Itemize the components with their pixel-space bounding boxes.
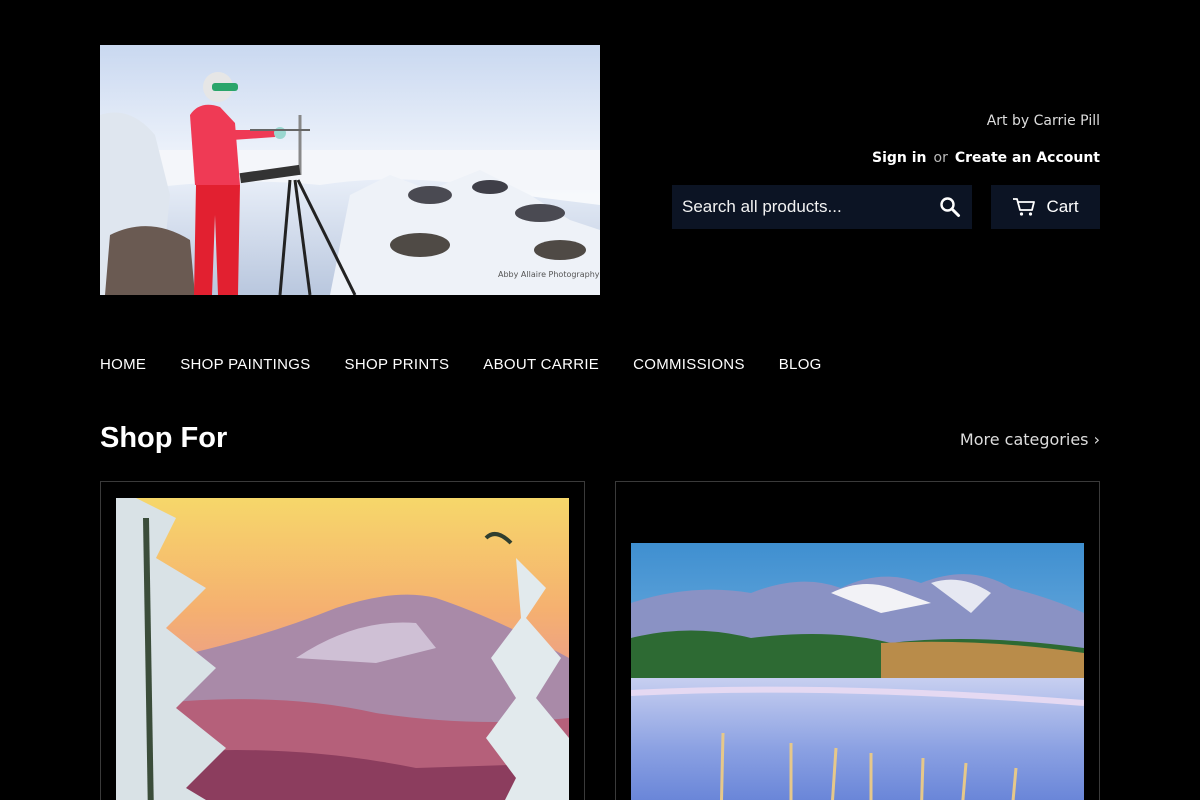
search-icon: [940, 197, 960, 217]
or-separator: or: [933, 150, 948, 166]
nav-shop-paintings[interactable]: SHOP PAINTINGS: [180, 356, 310, 373]
nav-about-carrie[interactable]: ABOUT CARRIE: [483, 356, 599, 373]
hero-photo: Abby Allaire Photography: [100, 45, 600, 295]
category-image: [116, 498, 569, 800]
search-input[interactable]: [672, 185, 928, 229]
site-logo-image[interactable]: Abby Allaire Photography: [100, 45, 600, 295]
nav-commissions[interactable]: COMMISSIONS: [633, 356, 745, 373]
category-image: [631, 543, 1084, 800]
photo-credit: Abby Allaire Photography: [498, 270, 600, 279]
create-account-link[interactable]: Create an Account: [955, 150, 1100, 166]
nav-home[interactable]: HOME: [100, 356, 146, 373]
cart-label: Cart: [1046, 197, 1079, 216]
search-form: [672, 185, 972, 229]
search-button[interactable]: [928, 185, 972, 229]
account-links: Sign in or Create an Account: [872, 150, 1100, 166]
category-card[interactable]: [615, 481, 1100, 800]
category-card[interactable]: [100, 481, 585, 800]
sign-in-link[interactable]: Sign in: [872, 150, 927, 166]
cart-button[interactable]: Cart: [991, 185, 1100, 229]
more-categories-link[interactable]: More categories ›: [960, 430, 1100, 449]
site-tagline: Art by Carrie Pill: [986, 113, 1100, 129]
section-title: Shop For: [100, 422, 228, 454]
nav-shop-prints[interactable]: SHOP PRINTS: [345, 356, 450, 373]
main-nav: HOME SHOP PAINTINGS SHOP PRINTS ABOUT CA…: [100, 356, 822, 373]
cart-icon: [1013, 198, 1036, 216]
nav-blog[interactable]: BLOG: [779, 356, 822, 373]
